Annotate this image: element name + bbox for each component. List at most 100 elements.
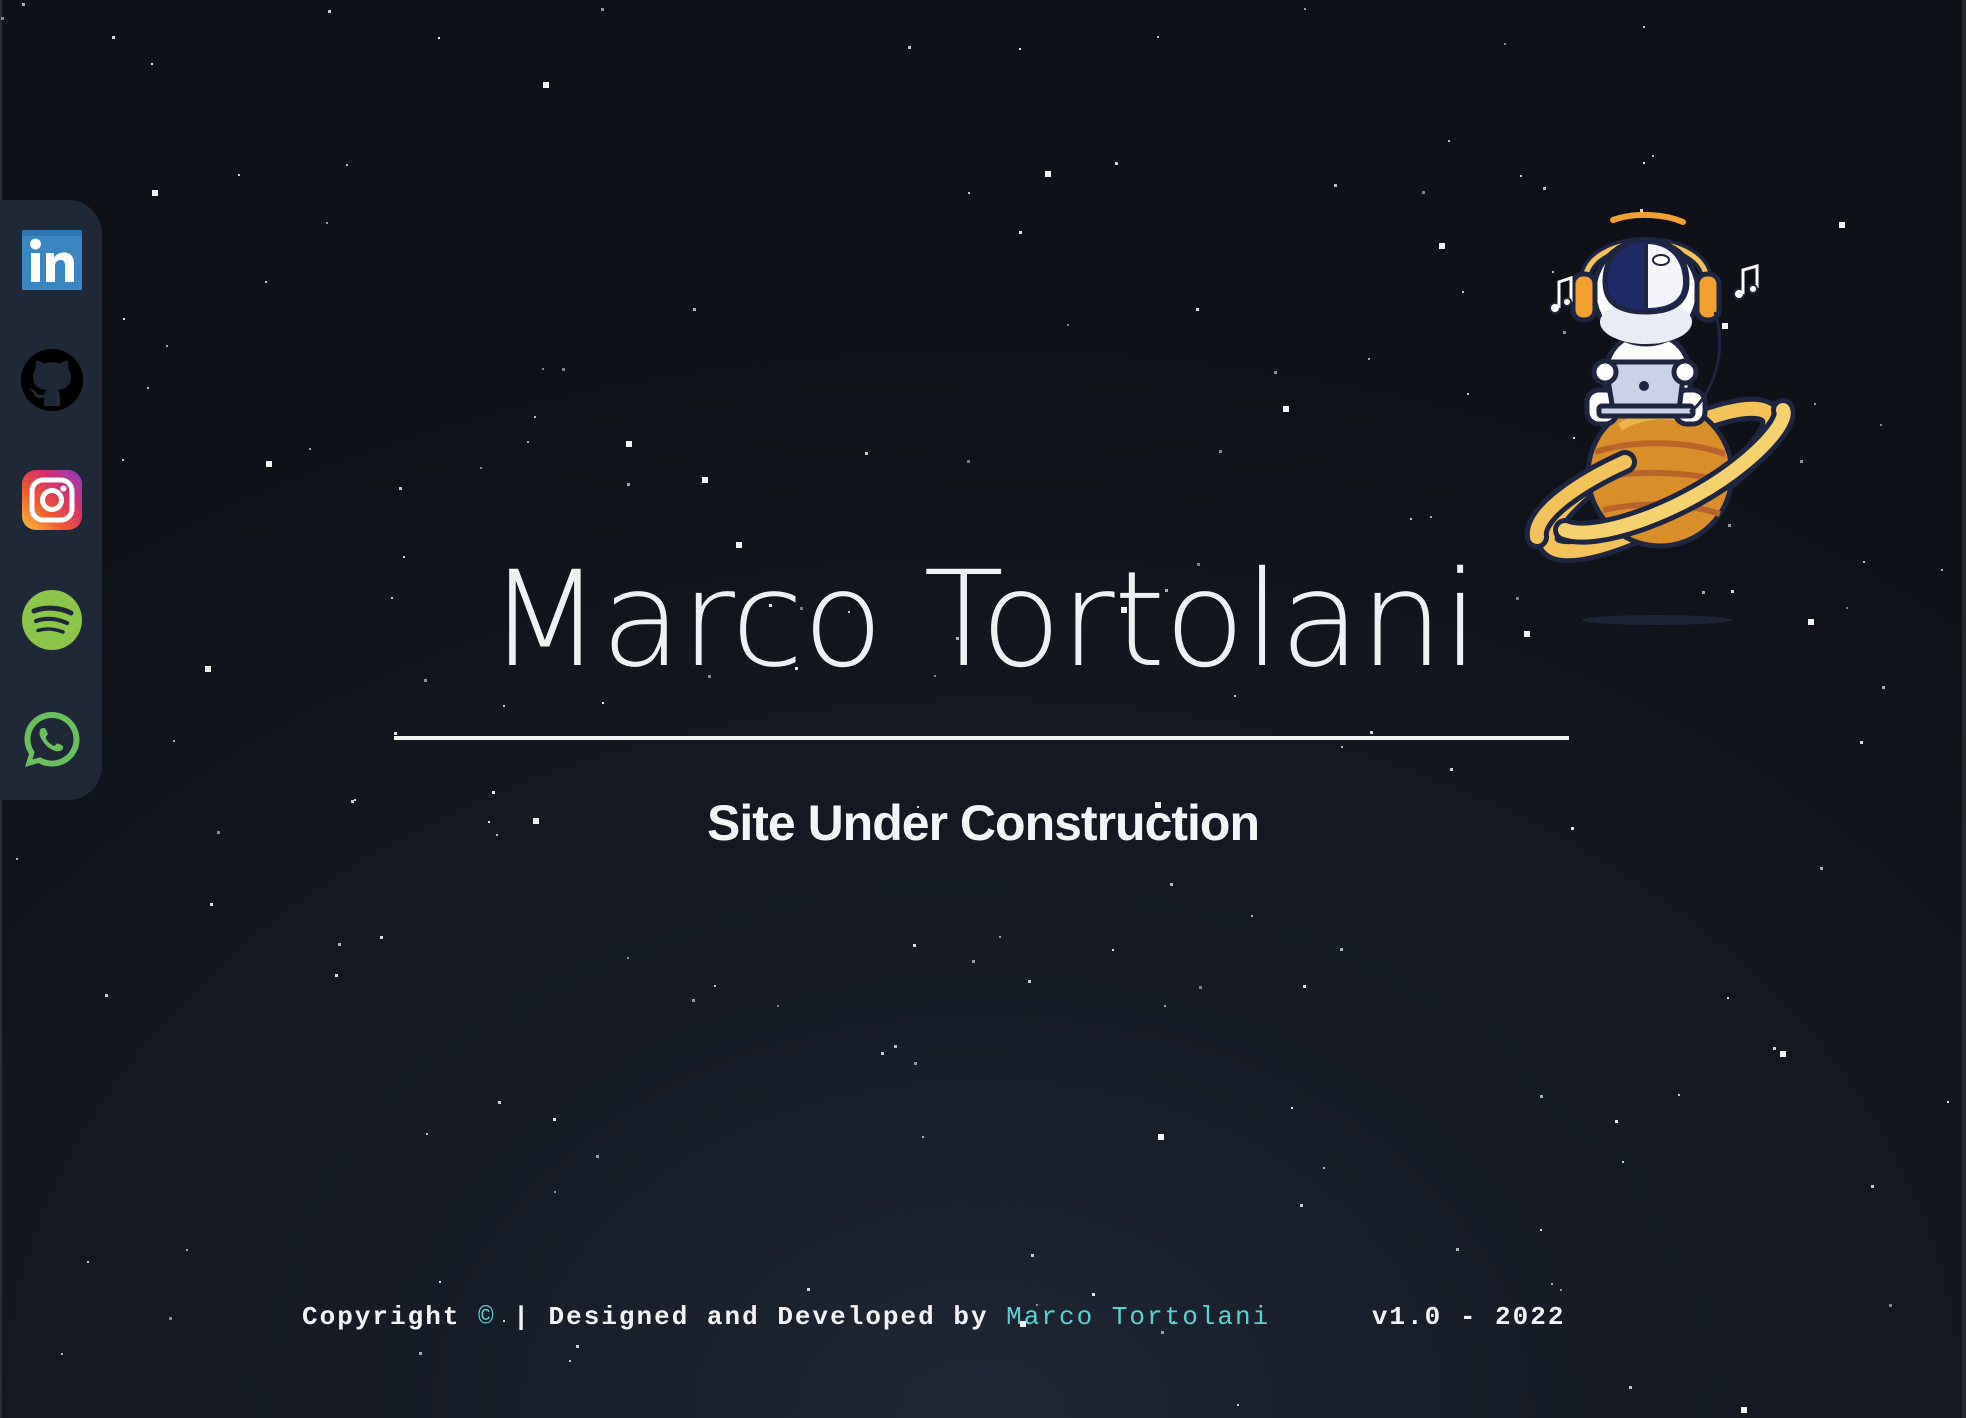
star [1291, 1107, 1293, 1109]
linkedin-link[interactable] [20, 228, 84, 292]
star [1678, 1094, 1680, 1096]
star [777, 1005, 779, 1007]
star [1158, 1134, 1164, 1140]
github-link[interactable] [20, 348, 84, 412]
star [22, 3, 25, 6]
star [1560, 1289, 1562, 1291]
copyright-symbol: © [478, 1302, 496, 1332]
star [123, 318, 125, 320]
star [419, 1352, 422, 1355]
star [1889, 1304, 1892, 1307]
star [1820, 867, 1823, 870]
star [596, 1155, 599, 1158]
star [1462, 291, 1464, 293]
star [1019, 48, 1021, 50]
star [1170, 883, 1173, 886]
star [338, 943, 341, 946]
star [1880, 424, 1882, 426]
star [1067, 324, 1069, 326]
star [335, 974, 338, 977]
star [498, 1101, 501, 1104]
star [166, 345, 168, 347]
star [1871, 1185, 1874, 1188]
star [692, 999, 695, 1002]
star [913, 944, 916, 947]
star [1520, 175, 1522, 177]
star [1422, 191, 1425, 194]
star [569, 1360, 571, 1362]
star [1304, 8, 1306, 10]
star [426, 1133, 428, 1135]
star [1303, 985, 1306, 988]
star [1947, 1101, 1949, 1103]
star [1157, 36, 1159, 38]
page-subtitle: Site Under Construction [706, 795, 1260, 851]
star [112, 36, 115, 39]
star [1652, 155, 1654, 157]
star [1467, 393, 1469, 395]
star [480, 467, 482, 469]
title-divider [394, 736, 1569, 740]
star [543, 82, 549, 88]
star [601, 8, 604, 11]
star [1283, 406, 1289, 412]
star [380, 936, 383, 939]
star [1368, 358, 1370, 360]
star [1430, 516, 1432, 518]
star [61, 1353, 63, 1355]
star [914, 1062, 917, 1065]
star [210, 903, 213, 906]
star [1237, 1404, 1239, 1406]
star [626, 441, 632, 447]
star [503, 705, 505, 707]
star [1773, 1047, 1776, 1050]
star [534, 416, 536, 418]
whatsapp-link[interactable] [20, 708, 84, 772]
star [1115, 162, 1118, 165]
star [881, 1052, 884, 1055]
star [1045, 171, 1051, 177]
star [967, 460, 970, 463]
page-title: Marco Tortolani [487, 543, 1479, 697]
star [1334, 184, 1337, 187]
star [147, 387, 149, 389]
star [1839, 222, 1845, 228]
instagram-link[interactable] [20, 468, 84, 532]
star [1341, 746, 1343, 748]
star [186, 1249, 188, 1251]
star [1615, 1120, 1618, 1123]
star [562, 368, 565, 371]
designed-by-label: Designed and Developed by [548, 1302, 989, 1332]
social-links-sidebar [0, 200, 102, 800]
star [1370, 731, 1373, 734]
star [1164, 1005, 1166, 1007]
star [16, 858, 18, 860]
star [1, 17, 4, 20]
star [1219, 450, 1222, 453]
star [328, 10, 331, 13]
star [152, 190, 158, 196]
star [894, 1045, 897, 1048]
instagram-icon [22, 470, 82, 530]
star [1540, 1095, 1543, 1098]
footer: Copyright © | Designed and Developed by … [302, 1300, 1565, 1334]
star [922, 1136, 924, 1138]
star [807, 1288, 810, 1291]
star [627, 957, 629, 959]
star [151, 63, 153, 65]
author-link[interactable]: Marco Tortolani [1006, 1302, 1270, 1332]
star [265, 281, 267, 283]
star [1410, 518, 1412, 520]
star [1340, 948, 1343, 951]
star [1780, 1051, 1786, 1057]
star [1448, 140, 1450, 142]
star [1741, 1407, 1747, 1413]
star [702, 477, 708, 483]
star [122, 459, 124, 461]
star [1092, 1293, 1095, 1296]
star [1251, 915, 1253, 917]
star [1028, 980, 1031, 983]
star [553, 1118, 556, 1121]
github-icon [21, 349, 83, 411]
star [693, 308, 696, 311]
